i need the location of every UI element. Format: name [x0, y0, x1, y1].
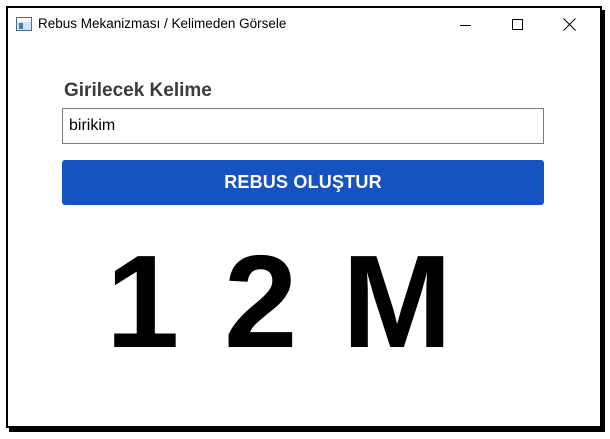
rebus-output: 1 2 M [8, 236, 600, 368]
close-button[interactable] [546, 8, 592, 40]
title-bar[interactable]: Rebus Mekanizması / Kelimeden Görsele [8, 8, 600, 40]
window-title: Rebus Mekanizması / Kelimeden Görsele [38, 16, 287, 31]
maximize-icon [511, 18, 523, 30]
maximize-button[interactable] [494, 8, 540, 40]
minimize-icon [459, 24, 471, 26]
close-icon [563, 18, 576, 31]
app-window: Rebus Mekanizması / Kelimeden Görsele Gi… [6, 6, 602, 428]
minimize-button[interactable] [442, 8, 488, 40]
app-window-icon [16, 17, 32, 31]
screenshot-frame: Rebus Mekanizması / Kelimeden Görsele Gi… [0, 0, 610, 439]
word-input[interactable] [62, 108, 544, 144]
create-rebus-button[interactable]: REBUS OLUŞTUR [62, 160, 544, 205]
word-input-label: Girilecek Kelime [64, 80, 212, 101]
rebus-text: 1 2 M [105, 228, 457, 375]
